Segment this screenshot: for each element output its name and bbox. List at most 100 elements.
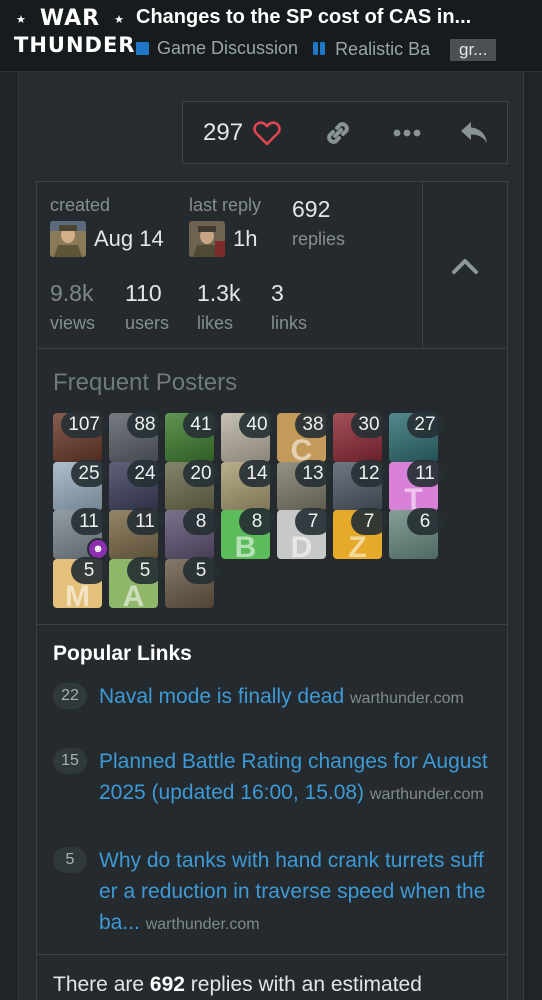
poster-avatar-letter: B xyxy=(234,531,257,559)
poster-post-count: 5 xyxy=(183,556,219,584)
popular-link[interactable]: Naval mode is finally dead warthunder.co… xyxy=(99,681,495,714)
links-count: 3 xyxy=(271,280,284,306)
collapse-map-button[interactable] xyxy=(450,251,480,281)
poster-post-count: 7 xyxy=(351,508,387,535)
logo-line-1: WAR xyxy=(39,6,101,31)
poster-avatar[interactable]: 41 xyxy=(165,411,219,462)
copy-link-button[interactable] xyxy=(323,102,353,163)
poster-post-count: 107 xyxy=(61,411,107,438)
poster-avatar[interactable]: 11 xyxy=(109,508,163,559)
created-date: Aug 14 xyxy=(94,226,164,251)
poster-post-count: 7 xyxy=(295,508,331,535)
summary-count: 692 xyxy=(149,973,185,996)
likes-count: 1.3k xyxy=(197,280,241,306)
poster-post-count: 8 xyxy=(239,508,275,535)
topic-map-divider xyxy=(422,182,423,348)
poster-avatar[interactable]: 13 xyxy=(277,459,331,511)
users-label: users xyxy=(125,313,170,333)
poster-avatar[interactable]: 88 xyxy=(109,411,163,462)
last-reply-label: last reply xyxy=(189,195,262,215)
poster-post-count: 88 xyxy=(127,411,163,438)
popular-link[interactable]: Planned Battle Rating changes for August… xyxy=(99,746,495,810)
last-reply-avatar[interactable] xyxy=(189,221,225,257)
poster-avatar[interactable]: 107 xyxy=(53,411,107,462)
heart-icon xyxy=(253,120,281,145)
poster-post-count: 24 xyxy=(127,459,163,487)
popular-link-domain: warthunder.com xyxy=(145,916,260,933)
poster-avatar[interactable]: 24 xyxy=(109,459,163,511)
breadcrumb-category-label: Game Discussion xyxy=(157,38,299,58)
poster-post-count: 30 xyxy=(351,411,387,438)
popular-link-title[interactable]: Naval mode is finally dead xyxy=(99,685,344,708)
poster-avatar-letter: M xyxy=(65,579,90,608)
poster-post-count: 13 xyxy=(295,459,331,487)
poster-avatar[interactable]: C 38 xyxy=(277,411,331,462)
post-actions: 297 xyxy=(182,101,508,164)
poster-avatar-letter: T xyxy=(404,482,423,511)
created-label: created xyxy=(50,195,111,215)
poster-avatar[interactable]: 25 xyxy=(53,459,107,511)
chevron-up-icon xyxy=(452,259,478,274)
poster-avatar[interactable]: 5 xyxy=(165,556,219,608)
logo-line-2: THUNDER xyxy=(14,33,136,57)
popular-link[interactable]: Why do tanks with hand crank turrets suf… xyxy=(99,845,495,940)
poster-avatar[interactable]: T 11 xyxy=(389,459,443,511)
poster-avatar[interactable]: A5 xyxy=(109,556,163,608)
views-count: 9.8k xyxy=(50,280,94,306)
poster-avatar[interactable]: 8 xyxy=(165,508,219,559)
poster-avatar-letter: A xyxy=(122,579,145,608)
poster-avatar[interactable]: 12 xyxy=(333,459,387,511)
poster-avatar[interactable]: 20 xyxy=(165,459,219,511)
like-button[interactable]: 297 xyxy=(203,102,281,163)
replies-count: 692 xyxy=(292,196,331,222)
poster-avatar[interactable]: M5 xyxy=(53,556,107,608)
reply-button[interactable] xyxy=(459,102,489,163)
like-count: 297 xyxy=(203,118,244,146)
replies-label: replies xyxy=(292,229,346,249)
subcategory-bars-icon xyxy=(313,39,327,60)
poster-avatar[interactable]: 27 xyxy=(389,411,443,462)
poster-avatar[interactable]: D7 xyxy=(277,508,331,559)
poster-post-count: 27 xyxy=(407,411,443,438)
poster-post-count: 12 xyxy=(351,459,387,487)
poster-avatar-letter: D xyxy=(290,531,313,559)
site-header: ★ ★ WAR THUNDER Changes to the SP cost o… xyxy=(0,0,542,72)
users-count: 110 xyxy=(125,280,162,306)
more-options-button[interactable] xyxy=(393,102,421,163)
poster-avatar[interactable]: B8 xyxy=(221,508,275,559)
poster-avatar-letter: C xyxy=(290,434,313,462)
link-click-count: 22 xyxy=(53,683,87,709)
poster-avatar[interactable]: Z7 xyxy=(333,508,387,559)
popular-link-domain: warthunder.com xyxy=(349,690,464,707)
views-label: views xyxy=(50,313,96,333)
poster-avatar[interactable]: 40 xyxy=(221,411,275,462)
poster-post-count: 20 xyxy=(183,459,219,487)
poster-post-count: 40 xyxy=(239,411,275,438)
poster-avatar[interactable]: 14 xyxy=(221,459,275,511)
reply-arrow-icon xyxy=(461,121,487,143)
popular-link-domain: warthunder.com xyxy=(369,786,484,803)
poster-post-count: 41 xyxy=(183,411,219,438)
link-click-count: 5 xyxy=(53,847,87,873)
poster-post-count: 11 xyxy=(407,459,443,487)
poster-avatar[interactable]: 11 ☻ xyxy=(53,508,109,560)
ellipsis-icon xyxy=(393,129,421,136)
poster-post-count: 11 xyxy=(127,508,163,535)
war-thunder-logo[interactable]: ★ ★ WAR THUNDER xyxy=(14,6,136,62)
poster-avatar[interactable]: 30 xyxy=(333,411,387,462)
poster-avatar[interactable]: 6 xyxy=(389,508,443,559)
link-click-count: 15 xyxy=(53,748,87,774)
breadcrumb-subcategory[interactable]: Realistic Ba xyxy=(313,39,430,60)
topic-tag[interactable]: gr... xyxy=(450,39,497,61)
creator-avatar[interactable] xyxy=(50,221,86,257)
poster-post-count: 5 xyxy=(127,556,163,584)
poster-post-count: 38 xyxy=(295,411,331,438)
breadcrumb-subcategory-label: Realistic Ba xyxy=(335,39,431,59)
poster-post-count: 6 xyxy=(407,508,443,535)
breadcrumb-category[interactable]: Game Discussion xyxy=(136,38,298,59)
topic-title[interactable]: Changes to the SP cost of CAS in... xyxy=(136,6,536,29)
poster-post-count: 25 xyxy=(71,459,107,487)
summary-suffix: replies with an estimated xyxy=(190,973,422,996)
link-icon xyxy=(327,121,349,144)
popular-links-title: Popular Links xyxy=(53,642,192,665)
